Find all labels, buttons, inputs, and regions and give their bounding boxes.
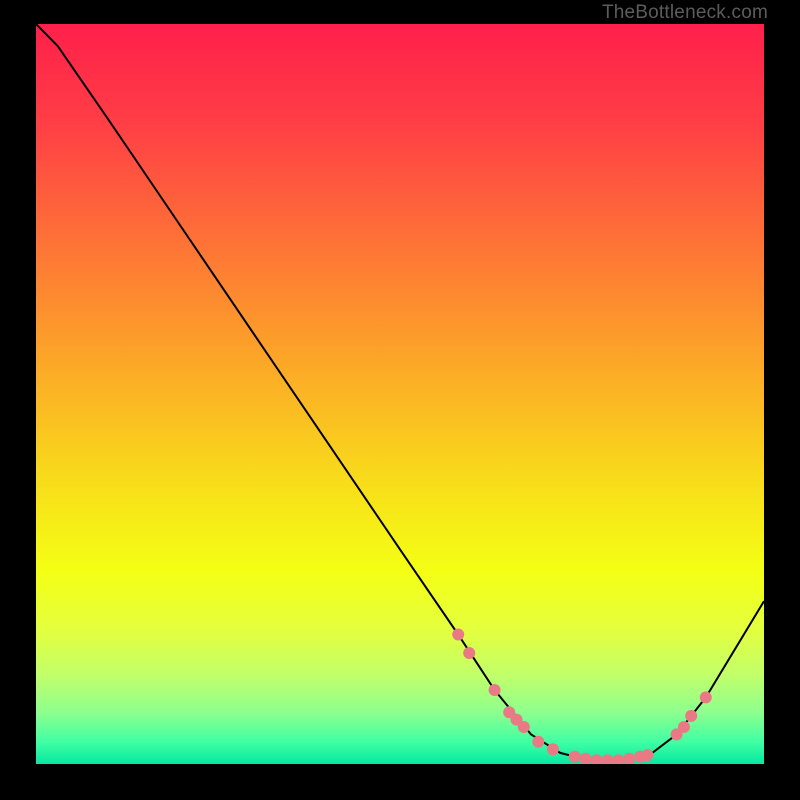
data-dot: [678, 721, 690, 733]
data-dot: [463, 647, 475, 659]
gradient-background: [36, 24, 764, 764]
data-dot: [518, 721, 530, 733]
chart-stage: TheBottleneck.com: [0, 0, 800, 800]
watermark-text: TheBottleneck.com: [602, 2, 768, 24]
chart-svg: [36, 24, 764, 764]
data-dot: [700, 691, 712, 703]
data-dot: [489, 684, 501, 696]
plot-area: [36, 24, 764, 764]
data-dot: [642, 749, 654, 761]
data-dot: [547, 743, 559, 755]
data-dot: [685, 710, 697, 722]
data-dot: [452, 629, 464, 641]
data-dot: [532, 736, 544, 748]
data-dot: [569, 751, 581, 763]
